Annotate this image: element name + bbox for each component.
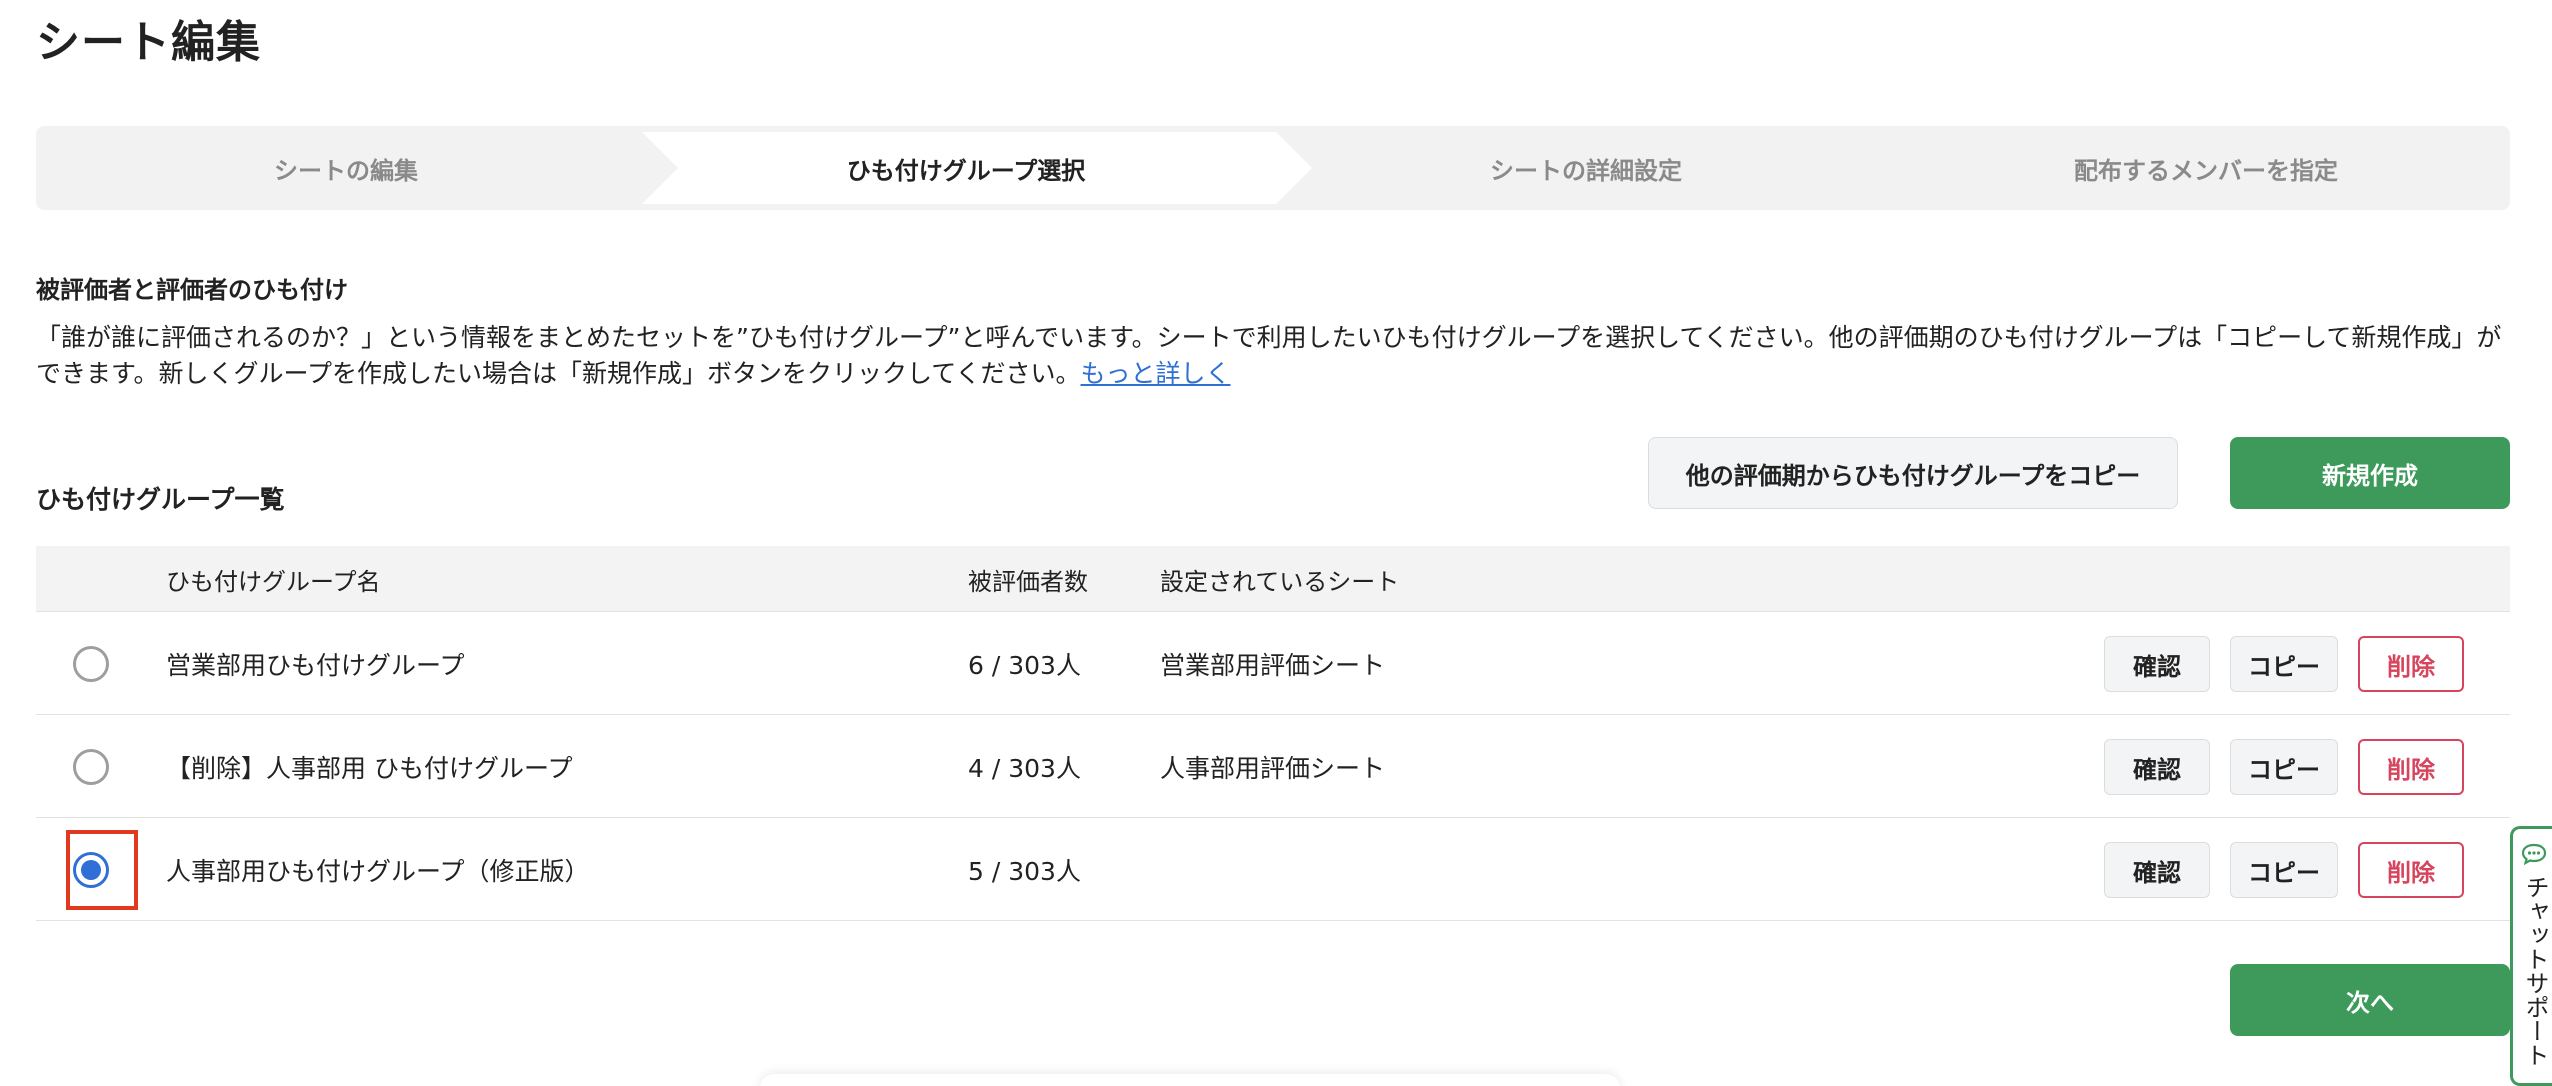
confirm-button[interactable]: 確認	[2104, 636, 2210, 692]
evaluee-count: 5 / 303人	[968, 856, 1081, 886]
evaluee-count: 4 / 303人	[968, 753, 1081, 783]
step-detail-settings: シートの詳細設定	[1490, 156, 1682, 185]
stepper: シートの編集 ひも付けグループ選択 シートの詳細設定 配布するメンバーを指定	[36, 126, 2510, 210]
step-assign-members: 配布するメンバーを指定	[2074, 156, 2338, 185]
chat-support-tab[interactable]: チャットサポート	[2510, 826, 2552, 1086]
delete-button[interactable]: 削除	[2358, 842, 2464, 898]
column-header-name: ひも付けグループ名	[166, 567, 381, 596]
group-table: ひも付けグループ名 被評価者数 設定されているシート 営業部用ひも付けグループ …	[36, 546, 2510, 921]
assigned-sheet: 営業部用評価シート	[1160, 650, 1386, 680]
column-header-count: 被評価者数	[968, 567, 1088, 596]
step-select-group: ひも付けグループ選択	[846, 156, 1086, 185]
delete-button[interactable]: 削除	[2358, 739, 2464, 795]
chat-bubble-icon	[2521, 843, 2547, 865]
group-radio[interactable]	[66, 639, 116, 689]
column-header-sheet: 設定されているシート	[1160, 567, 1400, 596]
radio-circle	[73, 749, 109, 785]
section-description: 「誰が誰に評価されるのか？」という情報をまとめたセットを”ひも付けグループ”と呼…	[36, 320, 2510, 392]
description-text: 「誰が誰に評価されるのか？」という情報をまとめたセットを”ひも付けグループ”と呼…	[36, 323, 2502, 388]
radio-circle-checked	[73, 852, 109, 888]
next-button[interactable]: 次へ	[2230, 964, 2510, 1036]
copy-from-other-period-button[interactable]: 他の評価期からひも付けグループをコピー	[1648, 437, 2178, 509]
chat-support-label: チャットサポート	[2521, 875, 2549, 1067]
step-edit-sheet: シートの編集	[274, 156, 418, 185]
copy-button[interactable]: コピー	[2230, 739, 2338, 795]
assigned-sheet: 人事部用評価シート	[1160, 753, 1386, 783]
confirm-button[interactable]: 確認	[2104, 842, 2210, 898]
group-list-heading: ひも付けグループ一覧	[36, 485, 285, 514]
delete-button[interactable]: 削除	[2358, 636, 2464, 692]
group-name: 人事部用ひも付けグループ（修正版）	[166, 856, 590, 886]
evaluee-count: 6 / 303人	[968, 650, 1081, 680]
table-header: ひも付けグループ名 被評価者数 設定されているシート	[36, 546, 2510, 612]
group-name: 【削除】人事部用 ひも付けグループ	[166, 753, 573, 783]
group-name: 営業部用ひも付けグループ	[166, 650, 465, 680]
new-group-button[interactable]: 新規作成	[2230, 437, 2510, 509]
more-details-link[interactable]: もっと詳しく	[1081, 359, 1231, 388]
group-radio-selected[interactable]	[66, 845, 116, 895]
bottom-panel-edge	[760, 1074, 1620, 1086]
section-heading: 被評価者と評価者のひも付け	[36, 276, 348, 304]
confirm-button[interactable]: 確認	[2104, 739, 2210, 795]
copy-button[interactable]: コピー	[2230, 636, 2338, 692]
radio-circle	[73, 646, 109, 682]
table-row: 人事部用ひも付けグループ（修正版） 5 / 303人 確認 コピー 削除	[36, 818, 2510, 921]
group-radio[interactable]	[66, 742, 116, 792]
table-row: 営業部用ひも付けグループ 6 / 303人 営業部用評価シート 確認 コピー 削…	[36, 612, 2510, 715]
page-title: シート編集	[36, 17, 261, 68]
table-row: 【削除】人事部用 ひも付けグループ 4 / 303人 人事部用評価シート 確認 …	[36, 715, 2510, 818]
copy-button[interactable]: コピー	[2230, 842, 2338, 898]
